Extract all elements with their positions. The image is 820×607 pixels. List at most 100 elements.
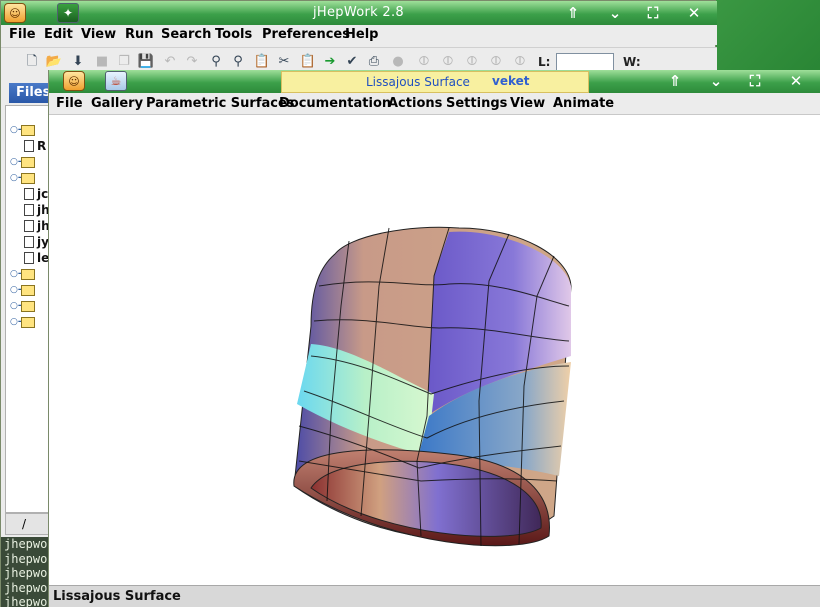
tree-item[interactable]: R (24, 138, 46, 154)
files-tab[interactable]: Files (9, 83, 51, 103)
folder-icon (21, 172, 35, 184)
check-icon[interactable]: ✔ (343, 53, 361, 71)
tree-item[interactable]: jy (24, 234, 49, 250)
menu-file[interactable]: File (56, 96, 83, 111)
expand-icon[interactable]: ○- (10, 125, 22, 135)
cut-icon[interactable]: ✂ (275, 53, 293, 71)
menu-gallery[interactable]: Gallery (91, 96, 143, 111)
console-tab[interactable]: / (5, 513, 51, 535)
tree-item[interactable]: ○- (10, 266, 38, 282)
redo-icon[interactable]: ↷ (183, 53, 201, 71)
tree-item[interactable]: jh (24, 218, 50, 234)
file-icon (24, 236, 34, 248)
expand-icon[interactable]: ○- (10, 157, 22, 167)
lissajous-title-bar[interactable]: ☺ ☕ Lissajous Surface veket ⇑ ⌄ ⛶ ✕ (49, 70, 820, 93)
close-icon[interactable]: ✕ (685, 4, 703, 22)
console-line: jhepwo (4, 595, 48, 607)
folder-icon (21, 300, 35, 312)
close-icon[interactable]: ✕ (787, 72, 805, 90)
desktop: ☺ ✦ jHepWork 2.8 ⇑ ⌄ ⛶ ✕ File Edit View … (0, 0, 820, 607)
menu-parametric-surfaces[interactable]: Parametric Surfaces (146, 96, 295, 111)
tree-item[interactable]: le (24, 250, 49, 266)
console-output[interactable]: jhepwo jhepwo jhepwo jhepwo jhepwo (1, 537, 51, 607)
clip-3-icon[interactable]: ⦷ (463, 53, 481, 71)
expand-icon[interactable]: ○- (10, 285, 22, 295)
menu-tools[interactable]: Tools (215, 27, 252, 42)
tree-item[interactable]: ○- (10, 154, 38, 170)
menu-animate[interactable]: Animate (553, 96, 614, 111)
file-tree: ○- R ○- ○- jc jh jh jy le ○- ○- ○- ○- (5, 105, 51, 513)
file-icon (24, 252, 34, 264)
find-icon[interactable]: ⚲ (207, 53, 225, 71)
maximize-icon[interactable]: ⛶ (746, 72, 764, 90)
folder-icon (21, 284, 35, 296)
open-folder-icon[interactable]: 📂 (45, 53, 63, 71)
maximize-icon[interactable]: ⛶ (644, 4, 662, 22)
clip-5-icon[interactable]: ⦷ (511, 53, 529, 71)
menu-preferences[interactable]: Preferences (262, 27, 350, 42)
print-icon[interactable]: ⎙ (365, 53, 383, 71)
tree-item[interactable]: ○- (10, 122, 38, 138)
lissajous-window: ☺ ☕ Lissajous Surface veket ⇑ ⌄ ⛶ ✕ File… (48, 70, 820, 607)
expand-icon[interactable]: ○- (10, 173, 22, 183)
menu-view[interactable]: View (510, 96, 545, 111)
tree-item-label: jc (37, 187, 49, 201)
tree-item[interactable]: jh (24, 202, 50, 218)
console-line: jhepwo (4, 566, 48, 580)
menu-run[interactable]: Run (125, 27, 154, 42)
run-icon[interactable]: ➔ (321, 53, 339, 71)
menu-edit[interactable]: Edit (44, 27, 73, 42)
shade-icon[interactable]: ⇑ (564, 4, 582, 22)
menu-documentation[interactable]: Documentation (279, 96, 391, 111)
clip-1-icon[interactable]: ⦷ (415, 53, 433, 71)
clip-4-icon[interactable]: ⦷ (487, 53, 505, 71)
tree-item[interactable]: ○- (10, 314, 38, 330)
clip-2-icon[interactable]: ⦷ (439, 53, 457, 71)
expand-icon[interactable]: ○- (10, 317, 22, 327)
replace-icon[interactable]: ⚲ (229, 53, 247, 71)
jhepwork-icon[interactable]: ✦ (57, 3, 79, 23)
app-icon[interactable]: ☺ (4, 3, 26, 23)
menu-settings[interactable]: Settings (446, 96, 507, 111)
undo-icon[interactable]: ↶ (161, 53, 179, 71)
copy-icon[interactable]: ❐ (115, 53, 133, 71)
menu-search[interactable]: Search (161, 27, 211, 42)
plot-canvas[interactable] (49, 116, 820, 584)
tree-item[interactable]: ○- (10, 282, 38, 298)
rec-icon[interactable]: ● (389, 53, 407, 71)
menu-help[interactable]: Help (345, 27, 378, 42)
expand-icon[interactable]: ○- (10, 269, 22, 279)
clipboard-icon[interactable]: 📋 (299, 53, 317, 71)
shade-icon[interactable]: ⇑ (666, 72, 684, 90)
console-tab-label: / (22, 517, 27, 531)
l-label: L: (538, 55, 551, 69)
minimize-icon[interactable]: ⌄ (606, 4, 624, 22)
folder-icon (21, 124, 35, 136)
window-title: Lissajous Surface (366, 75, 470, 89)
console-line: jhepwo (4, 580, 48, 595)
tree-item[interactable]: jc (24, 186, 48, 202)
save-icon[interactable]: 💾 (137, 53, 155, 71)
paste-icon[interactable]: 📋 (253, 53, 271, 71)
l-field[interactable] (556, 53, 614, 71)
lissajous-surface-render[interactable] (49, 116, 820, 584)
folder-icon (21, 316, 35, 328)
status-bar: Lissajous Surface (49, 585, 820, 607)
file-icon (24, 220, 34, 232)
java-icon[interactable]: ☕ (105, 71, 127, 91)
menu-actions[interactable]: Actions (388, 96, 442, 111)
console-line: jhepwo (4, 551, 48, 566)
tree-item[interactable]: ○- (10, 170, 38, 186)
app-icon[interactable]: ☺ (63, 71, 85, 91)
menu-file[interactable]: File (9, 27, 36, 42)
window-title: jHepWork 2.8 (313, 5, 404, 20)
title-bar[interactable]: ☺ ✦ jHepWork 2.8 ⇑ ⌄ ⛶ ✕ (1, 1, 717, 25)
tree-item[interactable]: ○- (10, 298, 38, 314)
minimize-icon[interactable]: ⌄ (707, 72, 725, 90)
expand-icon[interactable]: ○- (10, 301, 22, 311)
new-file-icon[interactable]: 🗋 (23, 53, 41, 71)
file-icon (24, 140, 34, 152)
download-icon[interactable]: ⬇ (69, 53, 87, 71)
stop-icon[interactable]: ■ (93, 53, 111, 71)
menu-view[interactable]: View (81, 27, 116, 42)
